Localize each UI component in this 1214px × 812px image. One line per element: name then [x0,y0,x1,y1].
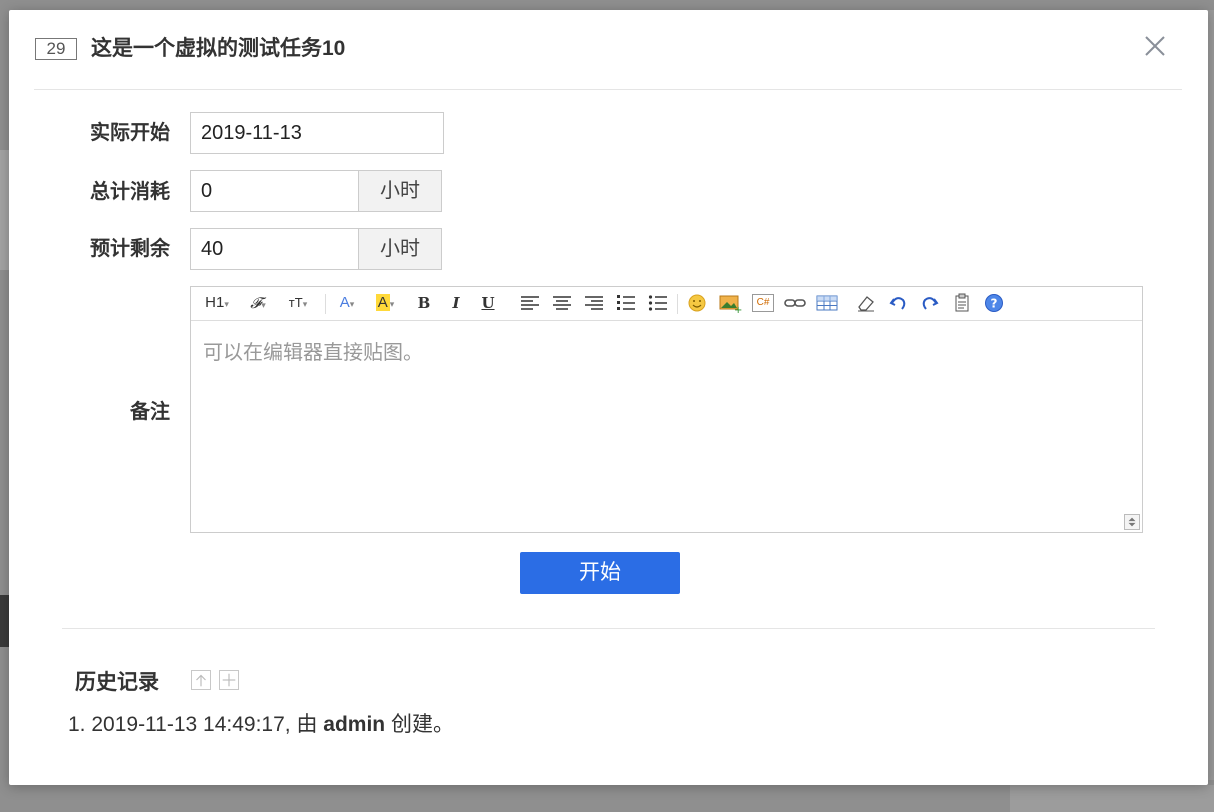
task-id-badge: 29 [35,38,77,60]
estimated-left-label: 预计剩余 [90,238,170,260]
eraser-icon[interactable] [855,292,877,314]
actual-start-input[interactable]: 2019-11-13 [190,112,444,154]
paste-icon[interactable] [951,292,973,314]
underline-button[interactable]: U [477,292,499,314]
notes-editor-body[interactable]: 可以在编辑器直接贴图。 [191,322,1142,532]
collapse-up-icon[interactable] [191,670,211,690]
bold-button[interactable]: B [413,292,435,314]
italic-button[interactable]: I [445,292,467,314]
heading-button[interactable]: H1▾ [201,292,233,314]
svg-text:+: + [734,305,742,314]
chevron-down-icon: ▾ [302,299,308,309]
estimated-left-unit: 小时 [359,228,442,270]
font-size-button[interactable]: тT▾ [281,292,315,314]
history-title: 历史记录 [75,671,159,694]
font-color-button[interactable]: A▾ [333,292,361,314]
undo-icon[interactable] [887,292,909,314]
code-button[interactable]: C# [752,294,774,312]
total-consumed-input[interactable]: 0 [190,170,359,212]
align-right-icon[interactable] [583,292,605,314]
help-icon[interactable]: ? [983,292,1005,314]
toolbar-separator [677,294,678,314]
chevron-down-icon: ▾ [261,301,266,311]
notes-label: 备注 [130,401,170,423]
chevron-down-icon: ▾ [349,299,355,309]
total-consumed-unit: 小时 [359,170,442,212]
total-consumed-label: 总计消耗 [90,181,170,203]
svg-text:?: ? [991,297,998,311]
font-color-label: A [339,294,350,311]
bg-color-button[interactable]: A ▾ [369,292,401,314]
actual-start-label: 实际开始 [90,122,170,144]
start-button[interactable]: 开始 [520,552,680,594]
close-icon [1145,36,1165,56]
close-button[interactable] [1140,34,1170,64]
expand-plus-icon[interactable] [219,670,239,690]
section-divider [62,628,1155,629]
font-family-button[interactable]: 𝓕▾ [243,292,273,314]
task-start-dialog: 29 这是一个虚拟的测试任务10 实际开始 2019-11-13 总计消耗 0 … [9,10,1208,785]
table-icon[interactable] [815,292,839,314]
dialog-header: 29 这是一个虚拟的测试任务10 [34,10,1182,90]
notes-editor: H1▾ 𝓕▾ тT▾ A▾ A ▾ B I U + C# ? 可以在编辑器直接贴… [190,286,1143,533]
toolbar-separator [325,294,326,314]
chevron-down-icon: ▾ [389,299,395,309]
chevron-down-icon: ▾ [224,299,229,309]
bg-color-label: A [375,294,390,311]
history-item: 1. 2019-11-13 14:49:17, 由 admin 创建。 [68,712,454,738]
link-icon[interactable] [783,292,807,314]
history-item-user: admin [323,713,386,736]
emoji-icon[interactable] [686,292,708,314]
task-title: 这是一个虚拟的测试任务10 [91,37,346,60]
editor-toolbar: H1▾ 𝓕▾ тT▾ A▾ A ▾ B I U + C# ? [191,287,1142,321]
heading-label: H1 [205,294,225,311]
font-size-label: тT [288,295,303,310]
estimated-left-input[interactable]: 40 [190,228,359,270]
align-left-icon[interactable] [519,292,541,314]
image-icon[interactable]: + [718,292,742,314]
backdrop-bottom-panel [1010,785,1214,812]
unordered-list-icon[interactable] [647,292,669,314]
history-item-suffix: 创建。 [385,713,454,736]
align-center-icon[interactable] [551,292,573,314]
history-item-text: 1. 2019-11-13 14:49:17, 由 [68,713,324,736]
resize-handle-icon[interactable] [1124,514,1140,530]
redo-icon[interactable] [919,292,941,314]
ordered-list-icon[interactable] [615,292,637,314]
font-family-label: 𝓕 [250,294,262,312]
